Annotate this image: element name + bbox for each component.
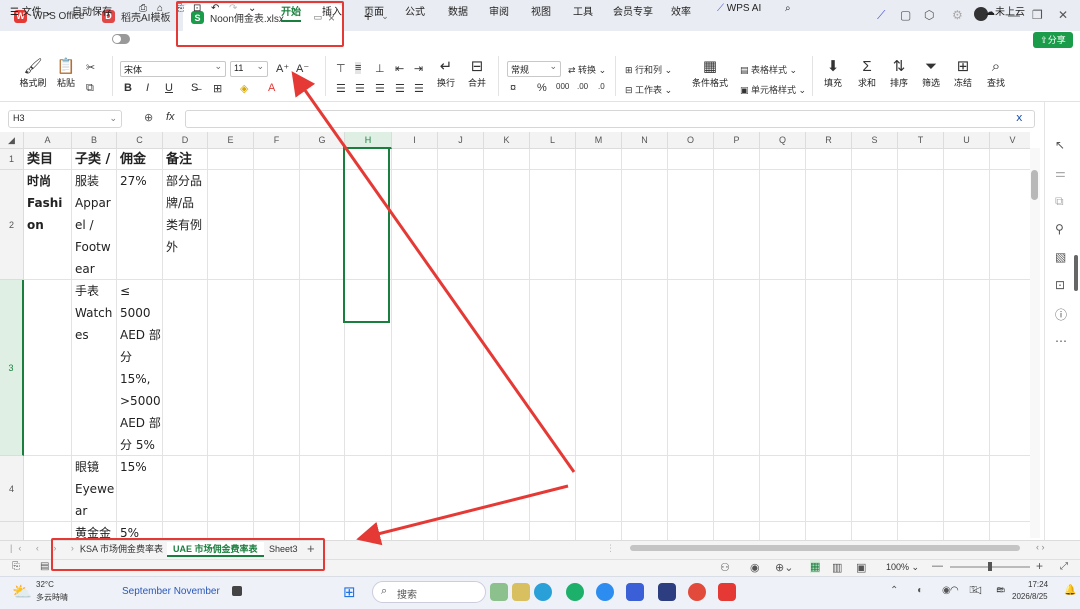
arrow-to-sheets [356,484,569,546]
arrow-to-tab [291,71,576,473]
annotation-arrows [291,71,576,546]
